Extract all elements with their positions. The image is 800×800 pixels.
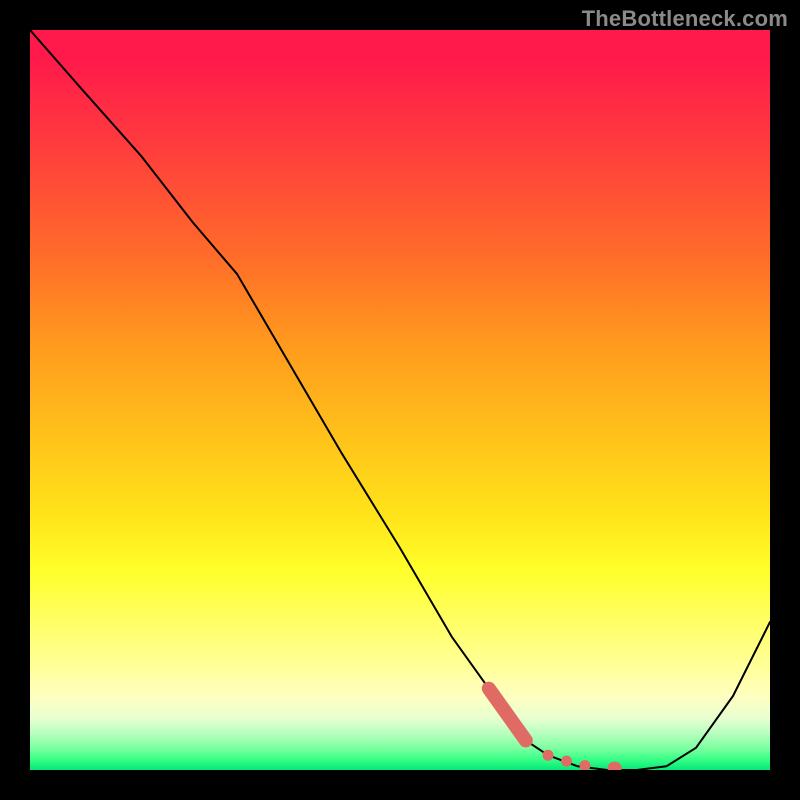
- marker-dot: [580, 760, 591, 770]
- marker-dots: [543, 750, 622, 770]
- main-curve: [30, 30, 770, 770]
- gradient-plot-area: [30, 30, 770, 770]
- marker-dot: [543, 750, 554, 761]
- marker-dot: [608, 762, 622, 771]
- marker-segment: [489, 689, 526, 741]
- marker-dot: [561, 756, 572, 767]
- plot-overlay: [30, 30, 770, 770]
- chart-frame: TheBottleneck.com: [0, 0, 800, 800]
- watermark-text: TheBottleneck.com: [582, 6, 788, 32]
